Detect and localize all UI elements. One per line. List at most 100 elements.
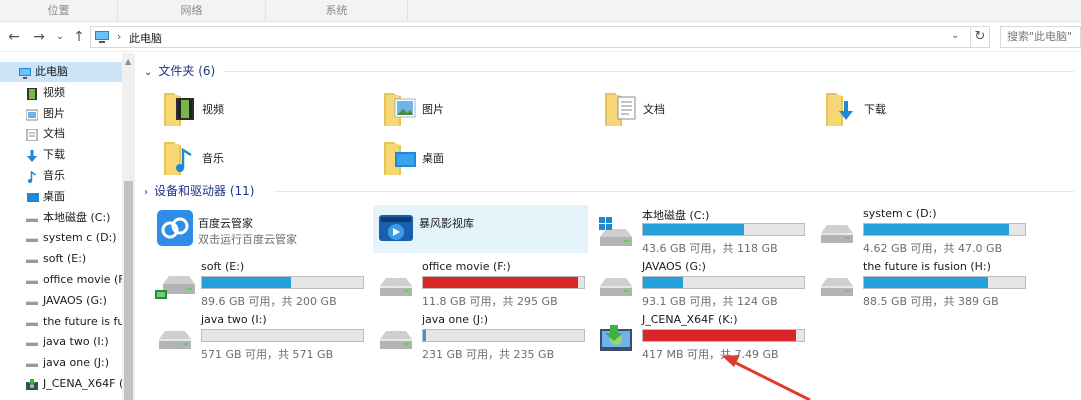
drive-tile[interactable]: J_CENA_X64F (K:) 417 MB 可用，共 7.49 GB [596,313,811,361]
refresh-button[interactable]: ↻ [970,26,990,48]
drive-usage-bar [642,223,805,236]
drive-usage-bar [642,276,805,289]
drive-usage-bar [201,329,364,342]
folder-item[interactable]: 下载 [824,87,1024,133]
sidebar-item[interactable]: 桌面 [0,187,122,207]
sidebar-item[interactable]: java two (I:) [0,332,122,352]
ribbon-tab-network[interactable]: 网络 [118,0,266,22]
chevron-down-icon[interactable]: ⌄ [144,67,152,78]
drive-icon [26,295,38,307]
download-icon [26,149,38,163]
drive-usage-bar [422,276,585,289]
drive-free-space: 4.62 GB 可用，共 47.0 GB [863,242,1003,255]
sidebar-item-label: 文档 [43,127,65,141]
drive-icon [817,268,857,302]
drive-free-space: 93.1 GB 可用，共 124 GB [642,295,778,308]
chevron-down-icon[interactable]: › [144,187,148,198]
video-folder-icon [162,89,198,129]
drive-name: java two (I:) [201,313,267,326]
folder-item[interactable]: 桌面 [382,136,582,182]
sidebar-item-label: 视频 [43,85,65,99]
folder-item[interactable]: 音乐 [162,136,362,182]
app-tile[interactable]: 百度云管家 双击运行百度云管家 [152,205,367,253]
sidebar-item[interactable]: 视频 [0,83,122,103]
baofeng-icon [377,209,415,247]
app-description: 双击运行百度云管家 [198,233,297,246]
drive-free-space: 417 MB 可用，共 7.49 GB [642,348,779,361]
drive-icon [26,253,38,265]
folder-name: 文档 [643,103,665,116]
sidebar-item-label: soft (E:) [43,252,87,266]
recent-locations-button[interactable]: ⌄ [51,28,69,46]
app-tile[interactable]: 暴风影视库 [373,205,588,253]
devices-group-header[interactable]: › 设备和驱动器 (11) [144,181,254,201]
drive-name: java one (J:) [422,313,489,326]
ribbon-tab-strip: 位置 网络 系统 [0,0,1081,22]
drive-tile[interactable]: system c (D:) 4.62 GB 可用，共 47.0 GB [817,207,1032,255]
drive-icon [26,212,38,224]
drive-tile[interactable]: java one (J:) 231 GB 可用，共 235 GB [376,313,591,361]
sidebar-item[interactable]: 图片 [0,104,122,124]
folder-item[interactable]: 视频 [162,87,362,133]
drive-free-space: 11.8 GB 可用，共 295 GB [422,295,558,308]
folder-item[interactable]: 图片 [382,87,582,133]
sidebar-item[interactable]: office movie (F:) [0,270,122,290]
back-button[interactable]: ← [5,28,23,46]
sidebar-item[interactable]: soft (E:) [0,249,122,269]
sidebar-item[interactable]: 本地磁盘 (C:) [0,208,122,228]
navigation-pane: 此电脑视频图片文档下载音乐桌面 本地磁盘 (C:) system c (D:) sof… [0,53,122,400]
sidebar-item[interactable]: the future is fusion (H:) [0,312,122,332]
sidebar-item[interactable]: 文档 [0,124,122,144]
drive-name: J_CENA_X64F (K:) [642,313,738,326]
sidebar-item-label: office movie (F:) [43,273,122,286]
search-input[interactable]: 搜索"此电脑" [1000,26,1081,48]
drive-usage-bar [422,329,585,342]
ribbon-tab-system[interactable]: 系统 [266,0,408,22]
sidebar-scrollbar[interactable]: ▲ [122,53,135,400]
address-bar[interactable]: › 此电脑 ⌄ [90,26,990,48]
sidebar-item[interactable]: JAVAOS (G:) [0,291,122,311]
drive-tile[interactable]: soft (E:) 89.6 GB 可用，共 200 GB [155,260,370,308]
drive-tile[interactable]: java two (I:) 571 GB 可用，共 571 GB [155,313,370,361]
sidebar-item[interactable]: java one (J:) [0,353,122,373]
sidebar-item[interactable]: system c (D:) [0,228,122,248]
sidebar-item-label: the future is fusion (H:) [43,314,122,328]
drive-name: JAVAOS (G:) [642,260,706,273]
drive-tile[interactable]: JAVAOS (G:) 93.1 GB 可用，共 124 GB [596,260,811,308]
drive-usage-fill [643,330,796,341]
drive-icon [155,321,195,355]
sidebar-item[interactable]: 此电脑 [0,62,122,82]
sidebar-item-label: JAVAOS (G:) [43,293,107,307]
scrollbar-thumb[interactable] [124,181,133,400]
forward-button[interactable]: → [30,28,48,46]
drive-usage-fill [864,224,1009,235]
content-pane: ⌄ 文件夹 (6) 视频 图片 文档 下载音乐 桌面 › 设备和驱动器 (11) 百度云管家… [136,53,1081,400]
sidebar-item-label: system c (D:) [43,231,117,245]
folder-item[interactable]: 文档 [603,87,803,133]
sidebar-item[interactable]: 下载 [0,145,122,165]
address-dropdown-icon[interactable]: ⌄ [951,30,959,41]
drive-usage-bar [642,329,805,342]
sidebar-item[interactable]: 音乐 [0,166,122,186]
sidebar-item-label: java two (I:) [43,335,109,349]
drive-usage-fill [202,277,291,288]
sidebar-item-label: 音乐 [43,169,65,182]
drive-tile[interactable]: office movie (F:) 11.8 GB 可用，共 295 GB [376,260,591,308]
drive-tile[interactable]: the future is fusion (H:) 88.5 GB 可用，共 38… [817,260,1032,308]
drive-free-space: 231 GB 可用，共 235 GB [422,348,555,361]
app-name: 暴风影视库 [419,217,474,230]
drive-icon [26,232,38,244]
drive-tile[interactable]: 本地磁盘 (C:) 43.6 GB 可用，共 118 GB [596,207,811,255]
scroll-up-icon[interactable]: ▲ [125,57,131,66]
group-divider [224,71,1074,72]
up-button[interactable]: ↑ [70,28,88,46]
breadcrumb-this-pc[interactable]: 此电脑 [129,30,162,46]
sidebar-item-label: 图片 [43,106,65,120]
ribbon-tab-location[interactable]: 位置 [0,0,118,22]
sidebar-item-label: java one (J:) [43,356,110,370]
folders-group-header[interactable]: ⌄ 文件夹 (6) [144,61,215,81]
folder-name: 下载 [864,103,886,116]
sidebar-item[interactable]: J_CENA_X64F (K:) [0,374,122,394]
pictures-folder-icon [382,89,418,129]
documents-folder-icon [603,89,639,129]
